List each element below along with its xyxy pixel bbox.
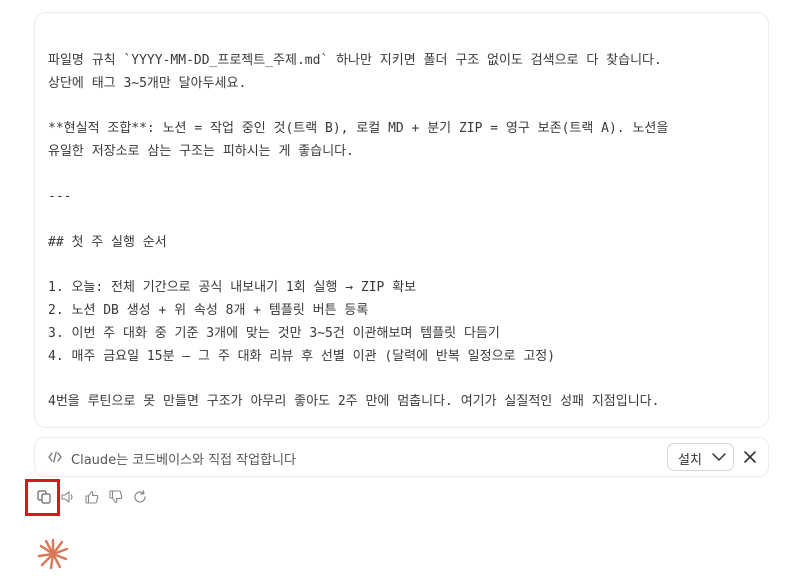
copy-button-highlight <box>25 479 60 516</box>
retry-icon[interactable] <box>132 489 148 505</box>
install-button[interactable]: 설치 <box>667 443 734 471</box>
thumbs-down-icon[interactable] <box>108 489 124 505</box>
close-icon[interactable] <box>741 448 759 466</box>
message-line: 4번을 루틴으로 못 만들면 구조가 아무리 좋아도 2주 만에 멈춥니다. 여… <box>48 394 660 409</box>
list-item: 1. 오늘: 전체 기간으로 공식 내보내기 1회 실행 → ZIP 확보 <box>48 280 417 295</box>
thumbs-up-icon[interactable] <box>84 489 100 505</box>
code-icon <box>48 451 62 463</box>
chevron-down-icon <box>712 453 726 461</box>
section-heading: ## 첫 주 실행 순서 <box>48 235 167 250</box>
claude-code-banner: Claude는 코드베이스와 직접 작업합니다 설치 <box>34 437 769 477</box>
list-item: 2. 노션 DB 생성 + 위 속성 8개 + 템플릿 버튼 등록 <box>48 303 369 318</box>
list-item: 4. 매주 금요일 15분 — 그 주 대화 리뷰 후 선별 이관 (달력에 반… <box>48 349 556 364</box>
message-line: 상단에 태그 3~5개만 달아두세요. <box>48 76 247 91</box>
claude-spark-icon <box>37 538 69 570</box>
list-item: 3. 이번 주 대화 중 기준 3개에 맞는 것만 3~5건 이관해보며 템플릿… <box>48 326 500 341</box>
message-line: 유일한 저장소로 삼는 구조는 피하시는 게 좋습니다. <box>48 144 354 159</box>
banner-text: Claude는 코드베이스와 직접 작업합니다 <box>71 453 296 468</box>
horizontal-rule-markdown: --- <box>48 189 72 204</box>
speaker-icon[interactable] <box>60 489 76 505</box>
message-line: 파일명 규칙 `YYYY-MM-DD_프로젝트_주제.md` 하나만 지키면 폴… <box>48 53 662 68</box>
install-button-label: 설치 <box>678 453 702 468</box>
assistant-message-card <box>34 12 769 428</box>
message-line: **현실적 조합**: 노션 = 작업 중인 것(트랙 B), 로컬 MD + … <box>48 121 669 136</box>
